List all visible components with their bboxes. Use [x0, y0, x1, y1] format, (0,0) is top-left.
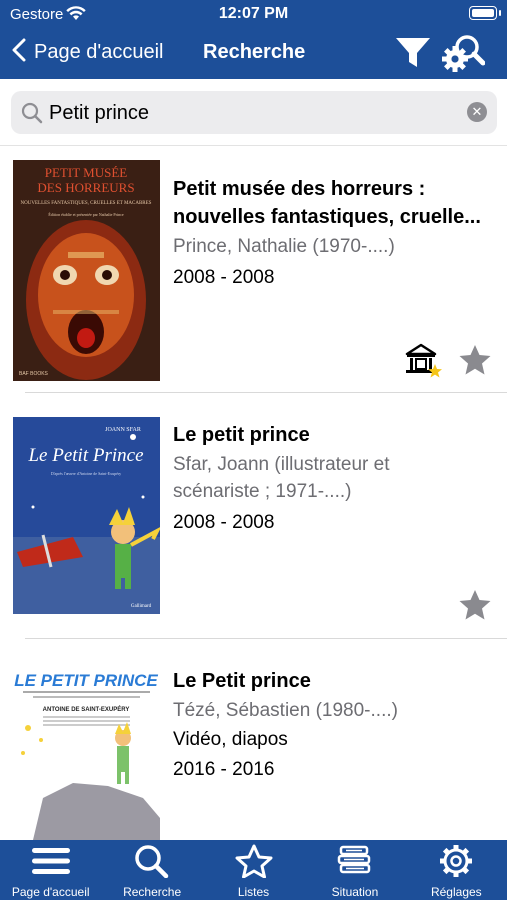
page-title: Recherche — [203, 41, 306, 63]
cover-title-line1: PETIT MUSÉE — [45, 165, 128, 180]
result-title: Le Petit prince — [173, 670, 311, 692]
favorite-star-icon[interactable] — [458, 589, 492, 626]
tab-situation[interactable]: Situation — [304, 840, 405, 900]
cover-title: Le Petit Prince — [27, 445, 143, 466]
battery-icon — [469, 6, 501, 20]
tab-label: Situation — [331, 885, 379, 899]
result-title: Petit musée des horreurs : nouvelles fan… — [173, 178, 481, 228]
result-author: Tézé, Sébastien (1980-....) — [173, 700, 398, 721]
result-info: Le Petit prince Tézé, Sébastien (1980-..… — [173, 667, 498, 784]
star-icon — [235, 844, 273, 883]
clear-search-icon[interactable]: ✕ — [467, 102, 487, 122]
status-time: 12:07 PM — [218, 5, 289, 22]
status-bar: Gestore 12:07 PM — [0, 0, 507, 30]
cover-credit: Édition établie et présentée par Nathali… — [48, 212, 124, 217]
result-author: Sfar, Joann (illustrateur et scénariste … — [173, 454, 390, 502]
cover-image: JOANN SFAR Le Petit Prince D'après l'œuv… — [13, 417, 160, 614]
tab-label: Page d'accueil — [11, 885, 90, 899]
result-info: Petit musée des horreurs : nouvelles fan… — [173, 175, 498, 292]
results-list: PETIT MUSÉE DES HORREURS NOUVELLES FANTA… — [0, 146, 507, 840]
cover-subtitle: D'après l'œuvre d'Antoine de Saint-Exupé… — [51, 471, 121, 476]
back-button-label: Page d'accueil — [34, 41, 164, 63]
tab-label: Réglages — [430, 885, 482, 899]
header-bar: Gestore 12:07 PM Page d'accueil Recherch… — [0, 0, 507, 79]
result-type: Vidéo, diapos — [173, 729, 288, 750]
tab-lists[interactable]: Listes — [203, 840, 304, 900]
advanced-search-icon[interactable] — [441, 31, 486, 80]
result-item[interactable]: JOANN SFAR Le Petit Prince D'après l'œuv… — [0, 393, 507, 639]
cover-publisher: Gallimard — [131, 604, 152, 609]
books-icon — [336, 844, 374, 883]
result-item[interactable]: PETIT MUSÉE DES HORREURS NOUVELLES FANTA… — [0, 146, 507, 393]
back-button[interactable]: Page d'accueil — [12, 38, 163, 67]
search-input[interactable] — [49, 99, 449, 127]
cover-image: PETIT MUSÉE DES HORREURS NOUVELLES FANTA… — [13, 160, 160, 381]
cover-title: LE PETIT PRINCE — [14, 671, 158, 690]
favorite-star-icon[interactable] — [458, 344, 492, 381]
gear-icon — [437, 844, 475, 883]
chevron-left-icon — [12, 38, 26, 67]
cover-title-line2: DES HORREURS — [37, 180, 134, 195]
cover-image: LE PETIT PRINCE ANTOINE DE SAINT-EXUPÉRY — [13, 658, 160, 840]
result-item[interactable]: LE PETIT PRINCE ANTOINE DE SAINT-EXUPÉRY… — [0, 639, 507, 840]
search-area: ✕ — [0, 79, 507, 146]
library-favorite-icon[interactable] — [404, 342, 444, 383]
tab-search[interactable]: Recherche — [101, 840, 202, 900]
result-date: 2008 - 2008 — [173, 512, 275, 533]
result-author: Prince, Nathalie (1970-....) — [173, 236, 395, 257]
tab-label: Listes — [237, 885, 270, 899]
cover-publisher: BAF BOOKS — [19, 371, 49, 377]
tab-bar: Page d'accueil Recherche Listes Situatio… — [0, 840, 507, 900]
filter-icon[interactable] — [395, 36, 431, 75]
result-date: 2008 - 2008 — [173, 267, 275, 288]
cover-author: JOANN SFAR — [105, 427, 141, 433]
tab-home[interactable]: Page d'accueil — [0, 840, 101, 900]
result-info: Le petit prince Sfar, Joann (illustrateu… — [173, 421, 498, 537]
tab-settings[interactable]: Réglages — [406, 840, 507, 900]
search-box[interactable]: ✕ — [11, 91, 497, 134]
tab-label: Recherche — [123, 885, 182, 899]
search-icon — [21, 102, 43, 129]
result-date: 2016 - 2016 — [173, 759, 275, 780]
cover-author: ANTOINE DE SAINT-EXUPÉRY — [43, 705, 130, 713]
result-title: Le petit prince — [173, 424, 310, 446]
navigation-bar: Page d'accueil Recherche — [0, 30, 507, 79]
menu-icon — [31, 844, 71, 883]
search-icon — [133, 844, 171, 883]
cover-subtitle: NOUVELLES FANTASTIQUES, CRUELLES ET MACA… — [21, 201, 152, 206]
